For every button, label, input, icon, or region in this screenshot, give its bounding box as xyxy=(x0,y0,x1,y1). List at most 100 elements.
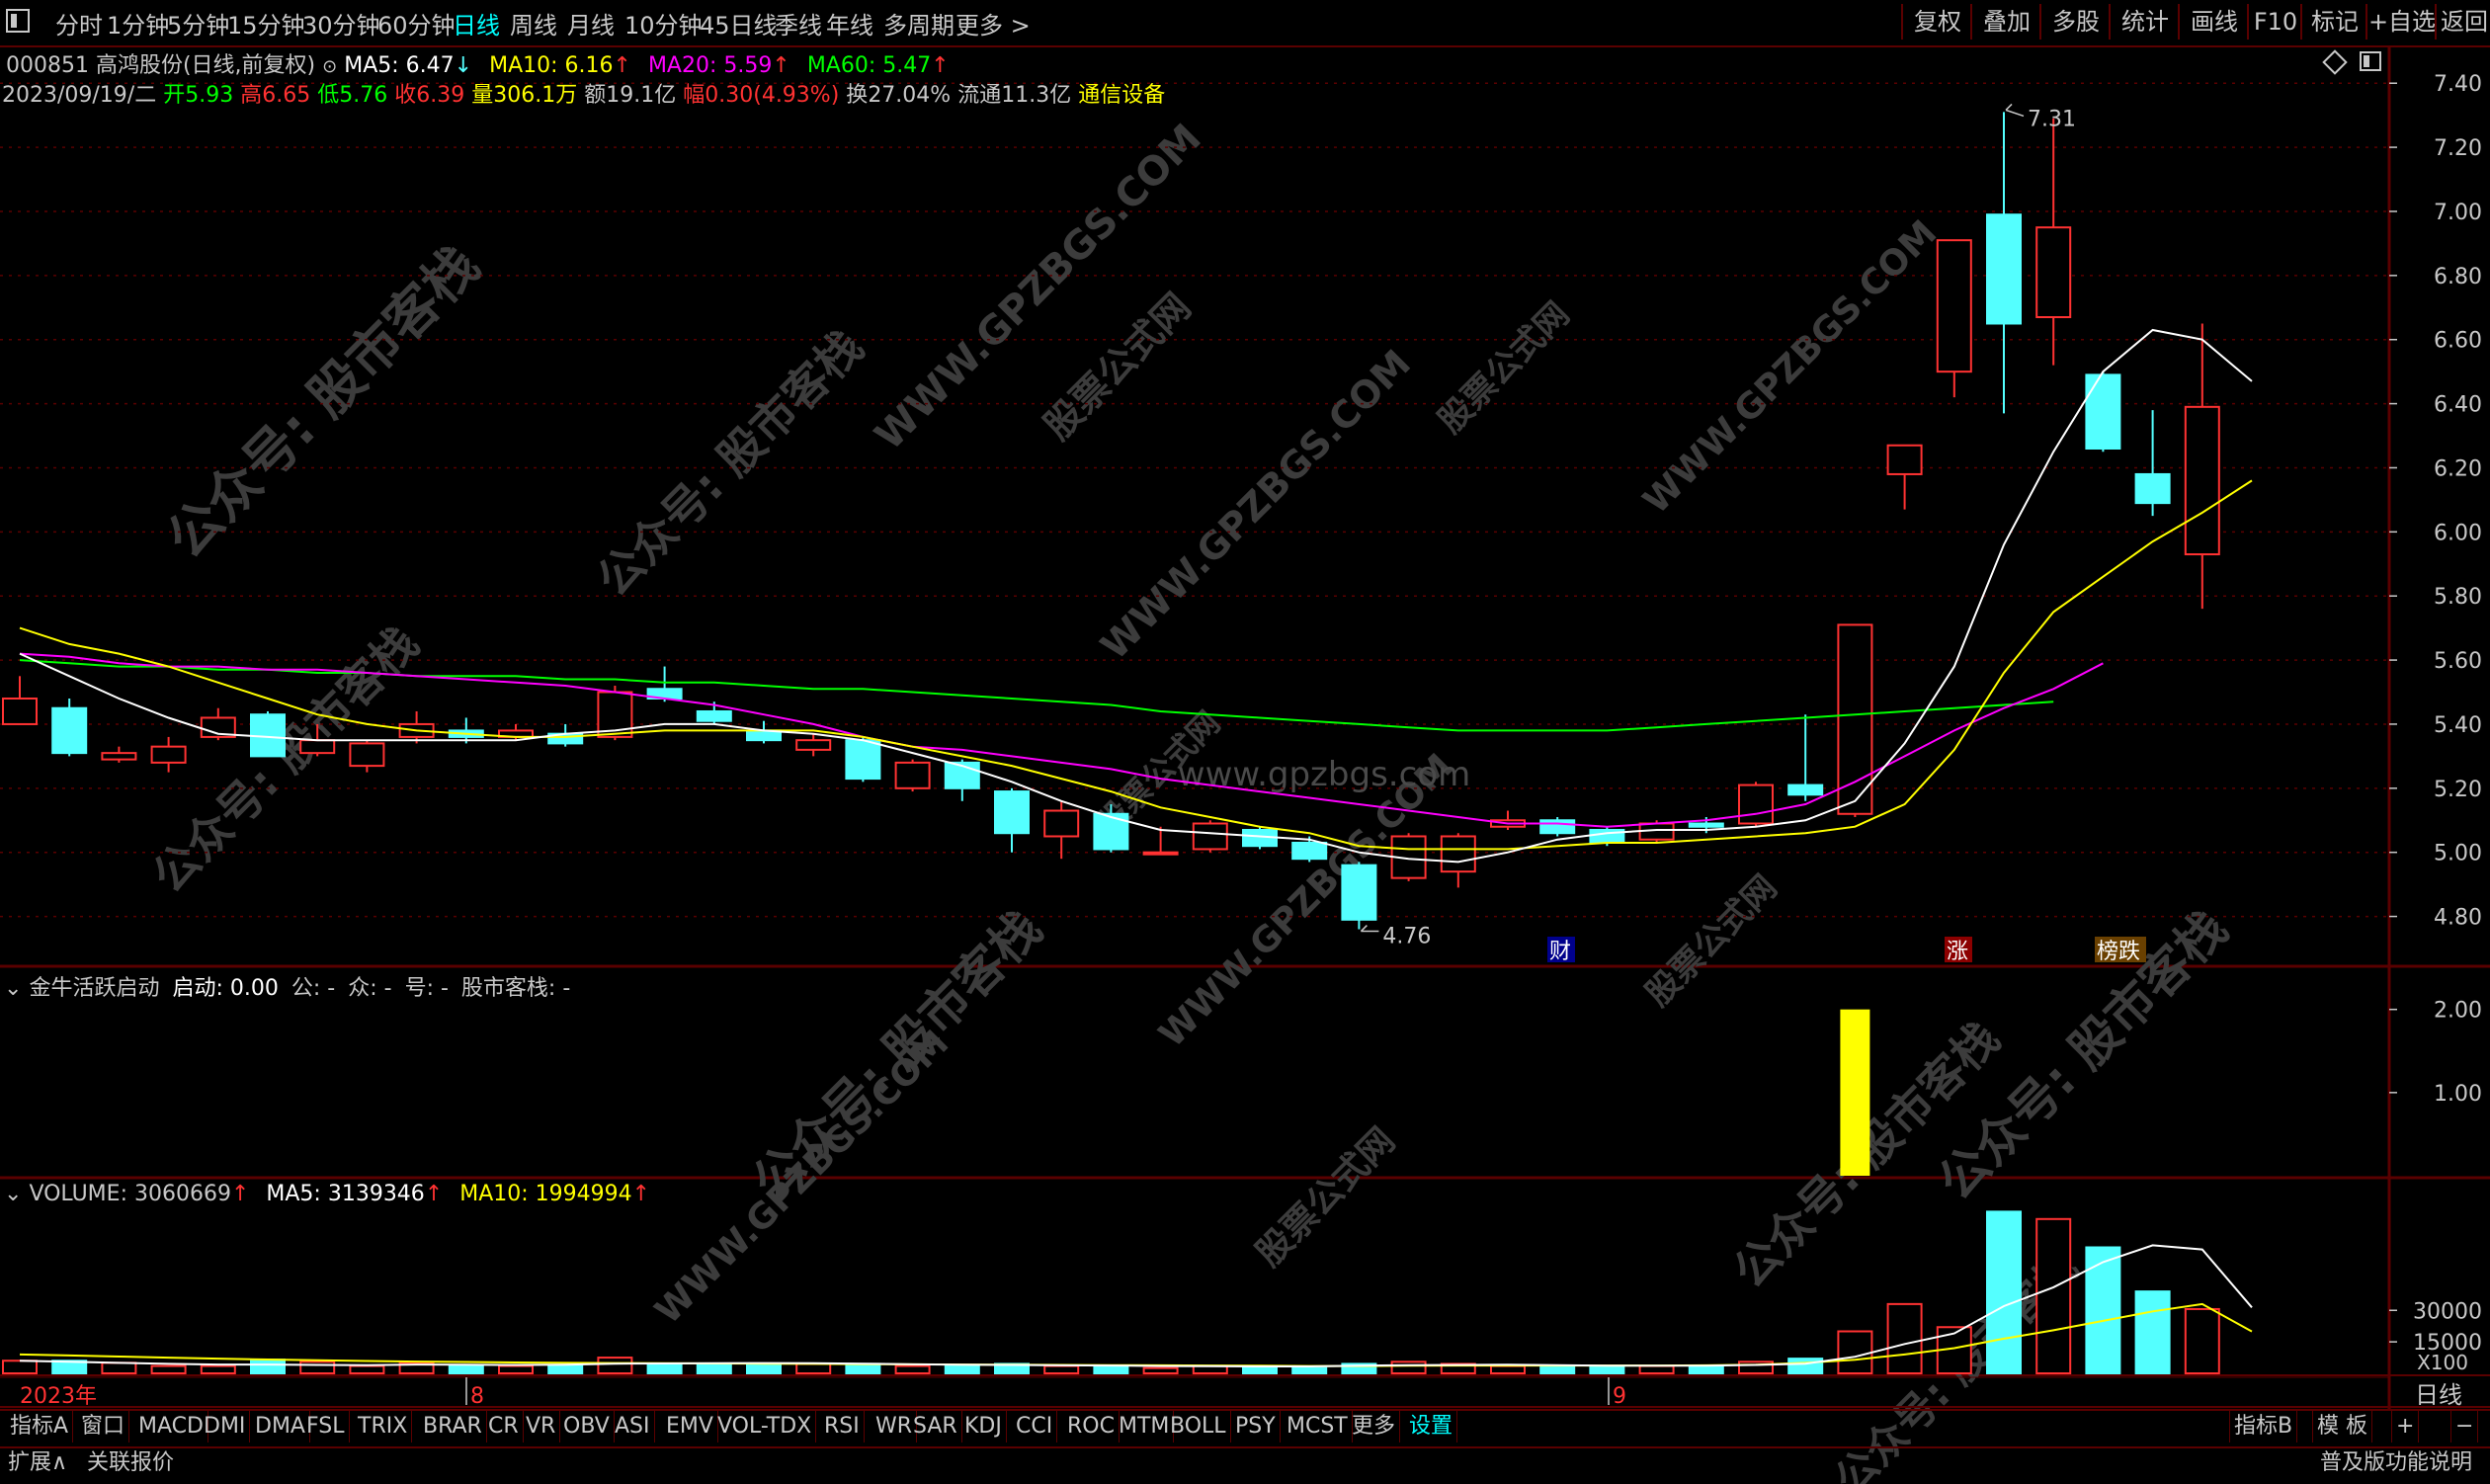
candle-body xyxy=(2085,373,2121,450)
indicator-tab-3[interactable]: DMI xyxy=(200,1411,251,1443)
indicator-tab-21[interactable]: BOLL xyxy=(1166,1411,1231,1443)
collapse-icon[interactable]: ⌄ xyxy=(4,976,22,1001)
volume-bar xyxy=(1837,1330,1873,1374)
candle[interactable] xyxy=(250,710,286,758)
indicator-tab-23[interactable]: MCST xyxy=(1283,1411,1353,1443)
candle[interactable] xyxy=(51,698,88,757)
price-tick-label: 7.00 xyxy=(2434,201,2482,225)
candle[interactable] xyxy=(2134,410,2171,517)
indicator-tab-6[interactable]: TRIX xyxy=(354,1411,413,1443)
indicator-tab-11[interactable]: ASI xyxy=(611,1411,655,1443)
panel-button-2[interactable]: + xyxy=(2391,1411,2420,1443)
volume-bar xyxy=(349,1364,385,1374)
candle-body xyxy=(349,742,385,768)
candle[interactable] xyxy=(2035,118,2072,366)
indicator-tick-label: 1.00 xyxy=(2434,1082,2482,1107)
indicator-tab-12[interactable]: EMV xyxy=(662,1411,718,1443)
indicator-tab-4[interactable]: DMA xyxy=(251,1411,310,1443)
candle[interactable] xyxy=(101,746,137,763)
indicator-tab-7[interactable]: BRAR xyxy=(419,1411,487,1443)
volume-bar xyxy=(845,1362,881,1374)
candle[interactable] xyxy=(1341,862,1377,930)
volume-bar xyxy=(944,1364,980,1374)
indicator-tab-10[interactable]: OBV xyxy=(559,1411,615,1443)
candle[interactable] xyxy=(1936,239,1972,398)
indicator-field-hao: 号: - xyxy=(404,976,449,1001)
volume-ma10: MA10: 1994994 xyxy=(459,1182,632,1206)
candle-body xyxy=(1688,822,1724,828)
price-tick-label: 7.20 xyxy=(2434,136,2482,161)
candle-body xyxy=(2134,472,2171,505)
high-marker: 7.31 xyxy=(2028,107,2076,131)
candle[interactable] xyxy=(398,710,435,744)
indicator-tab-17[interactable]: KDJ xyxy=(960,1411,1007,1443)
volume-bar xyxy=(1142,1366,1179,1374)
indicator-tab-14[interactable]: RSI xyxy=(820,1411,865,1443)
expand-button[interactable]: 扩展∧ xyxy=(8,1444,67,1482)
candle-body xyxy=(1986,213,2022,325)
volume-bar xyxy=(250,1359,286,1374)
volume-bar xyxy=(646,1363,683,1374)
indicator-tab-22[interactable]: PSY xyxy=(1231,1411,1281,1443)
indicator-tab-16[interactable]: SAR xyxy=(909,1411,962,1443)
version-info-link[interactable]: 普及版功能说明 xyxy=(2320,1444,2472,1482)
indicator-tab-13[interactable]: VOL-TDX xyxy=(713,1411,817,1443)
volume-bar xyxy=(299,1360,336,1374)
volume-bar xyxy=(1043,1364,1080,1374)
candle[interactable] xyxy=(1539,817,1576,837)
indicator-header: ⌄ 金牛活跃启动 启动: 0.00 公: - 众: - 号: - 股市客栈: - xyxy=(4,970,570,1002)
candle[interactable] xyxy=(1490,810,1526,830)
candle[interactable] xyxy=(2184,323,2220,610)
volume-bar xyxy=(746,1362,782,1374)
indicator-tab-25[interactable]: 设置 xyxy=(1405,1411,1458,1443)
time-label: 9 xyxy=(1613,1384,1626,1409)
candle-body xyxy=(2184,405,2220,556)
candle[interactable] xyxy=(795,733,832,757)
related-quote-button[interactable]: 关联报价 xyxy=(87,1444,174,1482)
candle-body xyxy=(1787,783,1824,796)
candle-body xyxy=(299,739,336,755)
collapse-icon[interactable]: ⌄ xyxy=(4,1182,22,1206)
candle[interactable] xyxy=(2085,371,2121,453)
indicator-tab-19[interactable]: ROC xyxy=(1063,1411,1120,1443)
panel-button-0[interactable]: 指标B xyxy=(2229,1411,2298,1443)
candle[interactable] xyxy=(1192,820,1228,853)
candle-body xyxy=(1043,809,1080,838)
indicator-tab-1[interactable]: 窗口 xyxy=(77,1411,130,1443)
volume-bar xyxy=(1787,1358,1824,1374)
candle[interactable] xyxy=(1787,714,1824,801)
candle-body xyxy=(894,761,931,789)
panel-button-3[interactable]: − xyxy=(2450,1411,2479,1443)
indicator-tab-0[interactable]: 指标A xyxy=(6,1411,74,1443)
indicator-tab-8[interactable]: CR xyxy=(484,1411,524,1443)
indicator-tab-18[interactable]: CCI xyxy=(1012,1411,1058,1443)
candle-body xyxy=(1738,783,1774,825)
candle[interactable] xyxy=(1886,444,1923,510)
candle[interactable] xyxy=(349,740,385,773)
panel-button-1[interactable]: 模 板 xyxy=(2312,1411,2372,1443)
arrow-up-icon: ↑ xyxy=(424,1182,444,1206)
candle-body xyxy=(51,706,88,755)
candle[interactable] xyxy=(150,736,187,773)
candle-body xyxy=(1886,444,1923,475)
indicator-tab-24[interactable]: 更多 xyxy=(1348,1411,1401,1443)
candle[interactable] xyxy=(1043,800,1080,860)
candle-body xyxy=(1539,819,1576,835)
volume-bar xyxy=(200,1364,236,1374)
indicator-tab-5[interactable]: FSL xyxy=(302,1411,350,1443)
indicator-title[interactable]: 金牛活跃启动 xyxy=(29,976,159,1001)
candle-body xyxy=(2035,226,2072,319)
indicator-tab-9[interactable]: VR xyxy=(522,1411,561,1443)
indicator-tick-label: 2.00 xyxy=(2434,999,2482,1024)
stock-chart[interactable]: 公众号: 股市客栈 WWW.GPZBGS.COM股票公式网公众号: 股市客栈 WWW… xyxy=(0,0,2490,1484)
indicator-field-kezhan: 股市客栈: - xyxy=(460,976,571,1001)
candle-body xyxy=(845,739,881,781)
candle[interactable] xyxy=(894,759,931,792)
watermark: WWW.GPZBGS.COM xyxy=(867,116,1210,459)
candle[interactable] xyxy=(994,787,1030,853)
candle[interactable] xyxy=(1738,782,1774,827)
indicator-tab-2[interactable]: MACD xyxy=(134,1411,208,1443)
candle[interactable] xyxy=(2,676,38,725)
volume-bar xyxy=(1539,1365,1576,1374)
candle[interactable] xyxy=(1986,112,2022,414)
